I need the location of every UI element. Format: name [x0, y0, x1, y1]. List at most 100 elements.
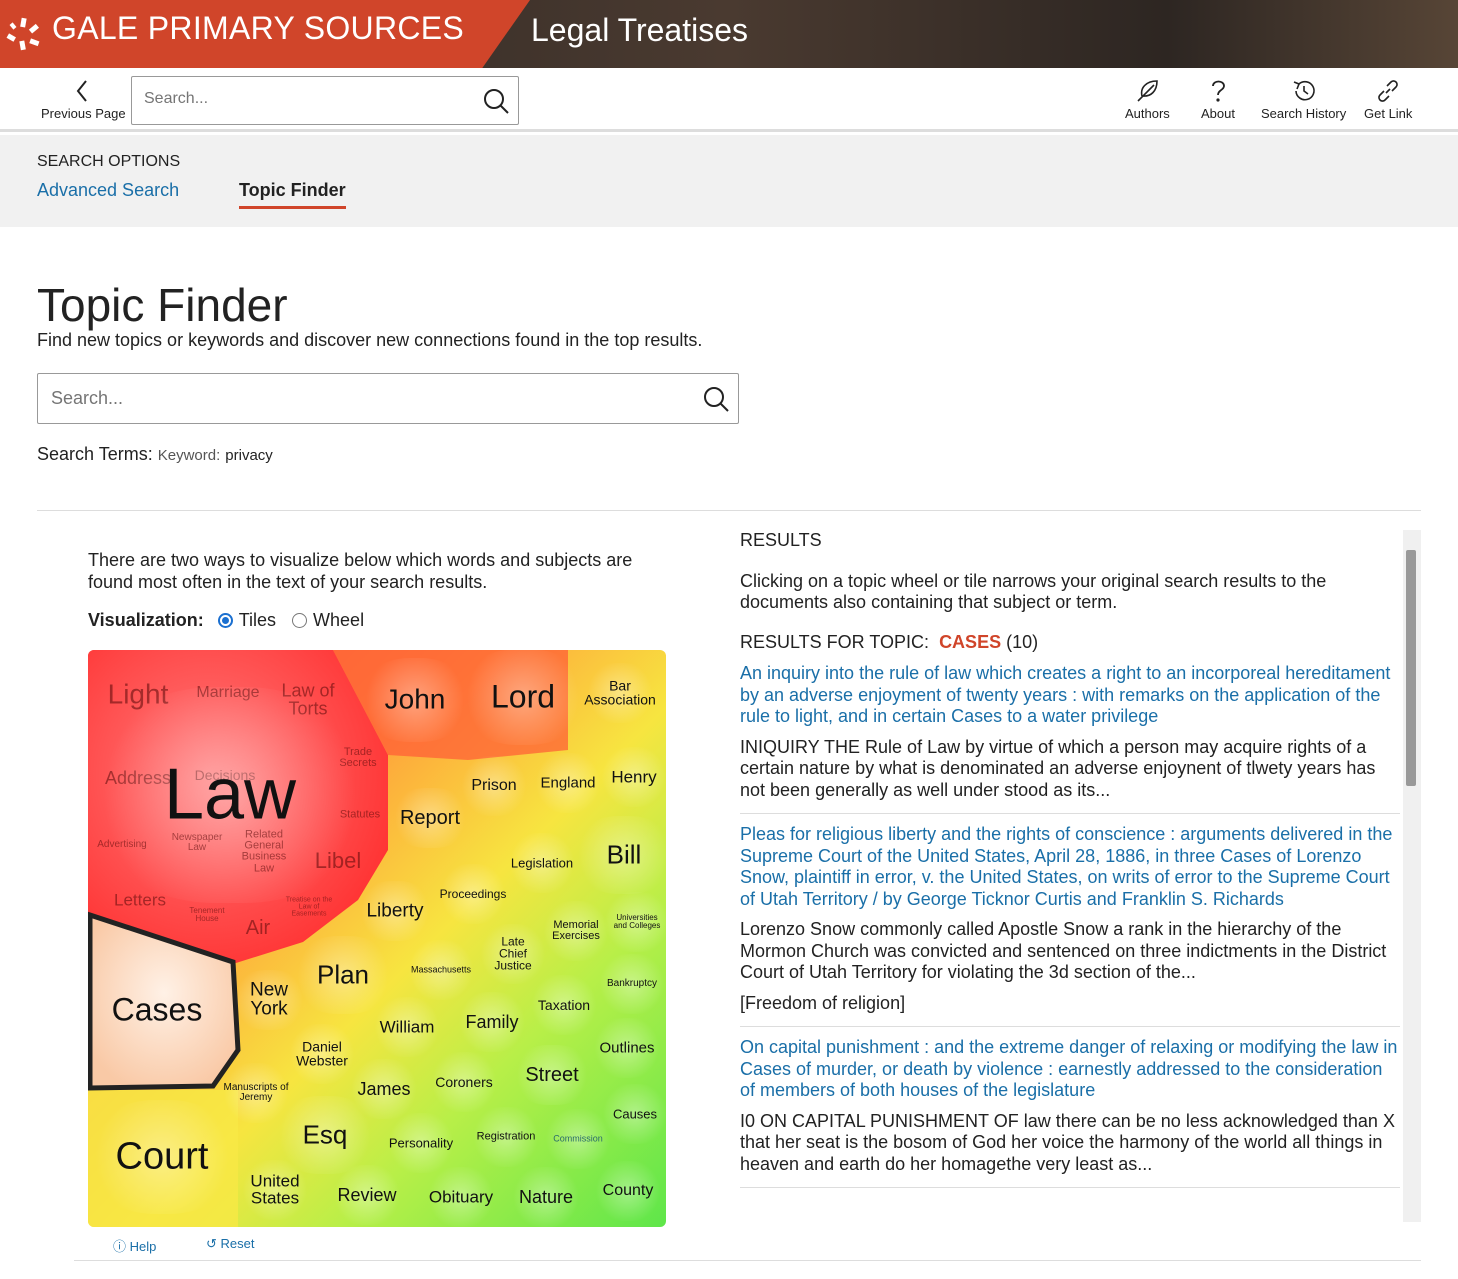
- topic-tile-nature[interactable]: Nature: [519, 1187, 573, 1206]
- visualization-selector: Visualization: Tiles Wheel: [88, 610, 364, 631]
- topic-tile-tenement-house[interactable]: Tenement House: [187, 906, 227, 923]
- product-name[interactable]: Legal Treatises: [531, 12, 748, 49]
- topic-search-input[interactable]: [51, 388, 671, 409]
- viz-intro: There are two ways to visualize below wh…: [88, 550, 633, 592]
- topic-tile-john[interactable]: John: [385, 685, 446, 715]
- help-button[interactable]: ⓘ Help: [113, 1236, 156, 1255]
- about-button[interactable]: About: [1201, 78, 1235, 121]
- topic-tile-late-chief-justice[interactable]: Late Chief Justice: [488, 936, 538, 973]
- topic-name: CASES: [939, 631, 1002, 652]
- topic-tile-william[interactable]: William: [380, 1018, 435, 1036]
- topic-tile-commission[interactable]: Commission: [553, 1134, 603, 1143]
- topic-tile-liberty[interactable]: Liberty: [366, 901, 423, 921]
- reset-button[interactable]: ↺ Reset: [206, 1236, 255, 1252]
- banner: GALE PRIMARY SOURCES Legal Treatises: [0, 0, 1458, 68]
- result-title-link[interactable]: Pleas for religious liberty and the righ…: [740, 824, 1400, 910]
- get-link-button[interactable]: Get Link: [1364, 78, 1412, 121]
- topic-tile-related-general-business-law[interactable]: Related General Business Law: [237, 829, 292, 875]
- topic-tile-james[interactable]: James: [357, 1079, 410, 1098]
- topic-tile-causes[interactable]: Causes: [613, 1107, 657, 1121]
- topic-tile-obituary[interactable]: Obituary: [429, 1188, 493, 1206]
- topic-tile-law-of-torts[interactable]: Law of Torts: [273, 682, 343, 719]
- topic-tile-bar-association[interactable]: Bar Association: [575, 679, 665, 708]
- topic-tile-esq[interactable]: Esq: [303, 1122, 348, 1149]
- result-title-link[interactable]: An inquiry into the rule of law which cr…: [740, 663, 1400, 728]
- advanced-search-link[interactable]: Advanced Search: [37, 180, 179, 201]
- divider: [74, 1260, 1421, 1261]
- topic-tile-taxation[interactable]: Taxation: [538, 998, 590, 1013]
- term-kind: Keyword:: [157, 447, 221, 464]
- topic-tile-address[interactable]: Address: [105, 768, 171, 787]
- search-options: SEARCH OPTIONS Advanced Search Topic Fin…: [0, 135, 1458, 227]
- search-icon[interactable]: [482, 87, 510, 115]
- topic-tile-personality[interactable]: Personality: [389, 1136, 453, 1150]
- results-topic: RESULTS FOR TOPIC: CASES (10): [740, 632, 1400, 654]
- wheel-radio-label[interactable]: Wheel: [313, 610, 364, 631]
- topic-tile-england[interactable]: England: [540, 775, 595, 791]
- topic-tile-manuscripts-of-jeremy[interactable]: Manuscripts of Jeremy: [221, 1082, 291, 1103]
- result-snippet: I0 ON CAPITAL PUNISHMENT OF law there ca…: [740, 1110, 1395, 1174]
- topic-tile-prison[interactable]: Prison: [471, 777, 516, 794]
- topic-tile-bill[interactable]: Bill: [607, 842, 642, 869]
- question-icon: [1212, 80, 1225, 102]
- topic-tile-proceedings[interactable]: Proceedings: [440, 888, 507, 900]
- topic-tile-light[interactable]: Light: [108, 680, 169, 710]
- topic-tile-court[interactable]: Court: [116, 1137, 209, 1177]
- result-snippet: Lorenzo Snow commonly called Apostle Sno…: [740, 919, 1387, 982]
- topic-finder-tab[interactable]: Topic Finder: [239, 180, 346, 209]
- topic-tile-memorial-exercises[interactable]: Memorial Exercises: [546, 919, 606, 942]
- tiles-radio-label[interactable]: Tiles: [239, 610, 276, 631]
- topic-tile-street[interactable]: Street: [525, 1064, 578, 1085]
- topic-tile-family[interactable]: Family: [466, 1012, 519, 1031]
- topic-tile-advertising[interactable]: Advertising: [97, 839, 146, 850]
- authors-button[interactable]: Authors: [1125, 78, 1170, 121]
- topic-tiles: Light Marriage Law of Torts John Lord Bar Ass…: [88, 650, 666, 1227]
- results-scrollbar[interactable]: [1403, 530, 1421, 1222]
- topic-tile-trade-secrets[interactable]: Trade Secrets: [333, 746, 383, 769]
- page-subtitle: Find new topics or keywords and discover…: [37, 330, 703, 350]
- previous-page-button[interactable]: Previous Page: [41, 78, 126, 121]
- topic-tile-universities-and-colleges[interactable]: Universities and Colleges: [612, 913, 662, 930]
- topic-tile-henry[interactable]: Henry: [611, 768, 656, 786]
- topic-tile-united-states[interactable]: United States: [245, 1173, 305, 1208]
- topic-tile-registration[interactable]: Registration: [477, 1131, 536, 1142]
- topic-tile-law[interactable]: Law: [164, 757, 296, 831]
- scrollbar-thumb[interactable]: [1406, 550, 1416, 786]
- topic-tile-coroners[interactable]: Coroners: [435, 1075, 493, 1090]
- search-terms-label: Search Terms:: [37, 444, 153, 464]
- result-subject: [Freedom of religion]: [740, 992, 906, 1013]
- topic-tile-bankruptcy[interactable]: Bankruptcy: [607, 978, 657, 989]
- topic-tile-marriage[interactable]: Marriage: [196, 684, 259, 701]
- topic-tile-report[interactable]: Report: [400, 807, 460, 828]
- topic-tile-air[interactable]: Air: [246, 917, 270, 938]
- topic-tile-treatise-on-the-law-of-easements[interactable]: Treatise on the Law of Easements: [284, 896, 334, 917]
- result-item: An inquiry into the rule of law which cr…: [740, 663, 1400, 814]
- result-title-link[interactable]: On capital punishment : and the extreme …: [740, 1037, 1400, 1102]
- topic-tile-newspaper-law[interactable]: Newspaper Law: [167, 832, 227, 853]
- top-search-input[interactable]: [144, 90, 464, 108]
- result-count: (10): [1006, 631, 1039, 652]
- topic-tile-massachusetts[interactable]: Massachusetts: [411, 965, 471, 974]
- topic-tile-plan[interactable]: Plan: [317, 962, 369, 989]
- topic-tile-new-york[interactable]: New York: [244, 980, 294, 1020]
- topic-tile-cases[interactable]: Cases: [112, 994, 203, 1027]
- topic-tile-letters[interactable]: Letters: [114, 891, 166, 909]
- reset-label: Reset: [220, 1236, 255, 1251]
- topic-tile-county[interactable]: County: [603, 1182, 654, 1199]
- top-search: [131, 76, 519, 125]
- topic-tile-legislation[interactable]: Legislation: [511, 856, 573, 870]
- topic-tile-libel[interactable]: Libel: [315, 849, 361, 872]
- wheel-radio[interactable]: [292, 613, 308, 628]
- gale-logo-icon: [6, 17, 40, 51]
- brand-name[interactable]: GALE PRIMARY SOURCES: [52, 10, 464, 47]
- topic-tile-statutes[interactable]: Statutes: [340, 809, 380, 820]
- topic-tile-lord[interactable]: Lord: [491, 681, 555, 714]
- search-icon[interactable]: [702, 385, 730, 413]
- search-history-button[interactable]: Search History: [1261, 78, 1346, 121]
- search-terms: Search Terms: Keyword: privacy: [37, 444, 273, 465]
- topic-tile-review[interactable]: Review: [337, 1185, 396, 1204]
- tiles-radio[interactable]: [217, 613, 233, 628]
- about-label: About: [1201, 106, 1235, 121]
- topic-tile-outlines[interactable]: Outlines: [599, 1040, 654, 1056]
- topic-tile-daniel-webster[interactable]: Daniel Webster: [292, 1040, 352, 1069]
